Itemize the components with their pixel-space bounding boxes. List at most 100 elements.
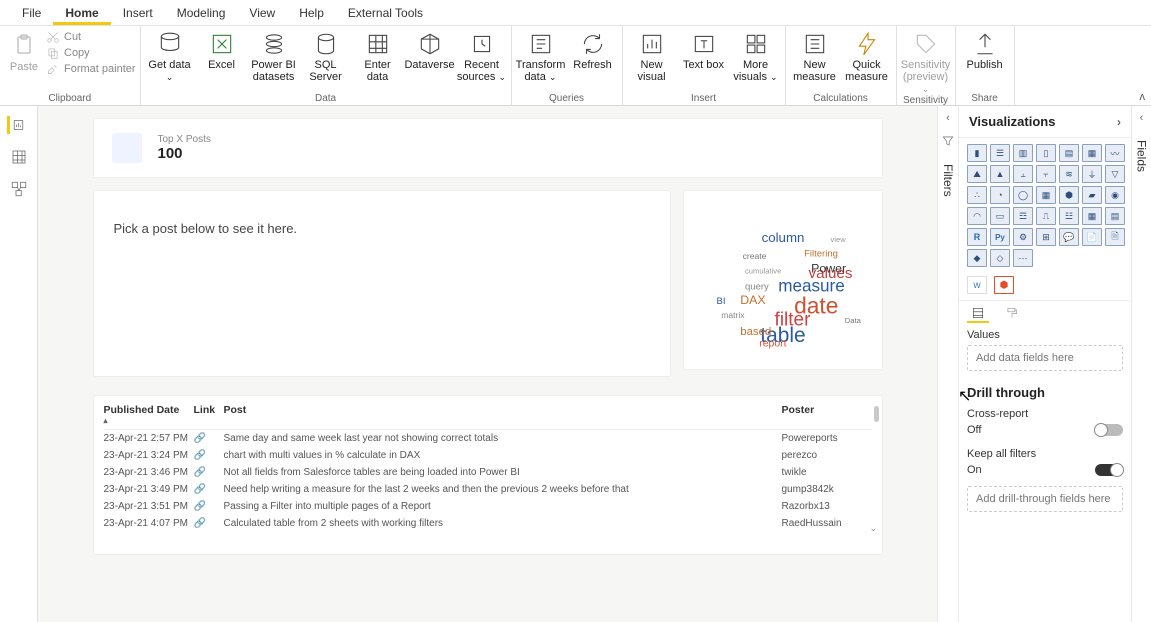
link-icon[interactable]: 🔗 bbox=[194, 450, 224, 461]
filters-pane-collapsed[interactable]: ‹ Filters bbox=[937, 106, 959, 622]
table-visual[interactable]: Published Date▴ Link Post Poster 23-Apr-… bbox=[93, 395, 883, 555]
refresh-button[interactable]: Refresh bbox=[568, 27, 618, 71]
viz-scatter[interactable]: ∴ bbox=[967, 186, 987, 204]
link-icon[interactable]: 🔗 bbox=[194, 467, 224, 478]
dataverse-button[interactable]: Dataverse bbox=[405, 27, 455, 71]
viz-filled-map[interactable]: ▰ bbox=[1082, 186, 1102, 204]
viz-map[interactable]: ⬢ bbox=[1059, 186, 1079, 204]
table-row[interactable]: 23-Apr-21 3:46 PM🔗Not all fields from Sa… bbox=[104, 464, 872, 481]
viz-kpi[interactable]: ⎍ bbox=[1036, 207, 1056, 225]
report-canvas[interactable]: Top X Posts 100 Pick a post below to see… bbox=[38, 106, 937, 622]
table-row[interactable]: 23-Apr-21 2:57 PM🔗Same day and same week… bbox=[104, 430, 872, 447]
menu-file[interactable]: File bbox=[10, 2, 53, 25]
viz-shape-map[interactable]: ◉ bbox=[1105, 186, 1125, 204]
viz-decomp[interactable]: ⊞ bbox=[1036, 228, 1056, 246]
chevron-left-icon[interactable]: ‹ bbox=[1140, 112, 1144, 124]
fields-tab[interactable] bbox=[967, 305, 989, 323]
viz-area[interactable]: ⛰ bbox=[967, 165, 987, 183]
viz-py[interactable]: Py bbox=[990, 228, 1010, 246]
more-visuals-button[interactable]: More visuals ⌄ bbox=[731, 27, 781, 83]
viz-r[interactable]: R bbox=[967, 228, 987, 246]
viz-narrative[interactable]: 📄 bbox=[1082, 228, 1102, 246]
viz-matrix[interactable]: ▤ bbox=[1105, 207, 1125, 225]
collapse-ribbon-button[interactable]: ʌ bbox=[1140, 91, 1146, 103]
drillthrough-dropzone[interactable]: Add drill-through fields here bbox=[967, 486, 1123, 512]
col-link[interactable]: Link bbox=[194, 404, 224, 425]
menu-home[interactable]: Home bbox=[53, 2, 110, 25]
paste-button[interactable]: Paste bbox=[4, 27, 44, 73]
report-view-button[interactable] bbox=[7, 116, 25, 134]
menu-insert[interactable]: Insert bbox=[111, 2, 165, 25]
viz-qa[interactable]: 💬 bbox=[1059, 228, 1079, 246]
viz-line-col2[interactable]: ⫟ bbox=[1036, 165, 1056, 183]
table-row[interactable]: 23-Apr-21 4:07 PM🔗Calculated table from … bbox=[104, 515, 872, 532]
viz-line-col[interactable]: ⫠ bbox=[1013, 165, 1033, 183]
cross-report-toggle[interactable] bbox=[1095, 424, 1123, 436]
viz-arcgis[interactable]: ◆ bbox=[967, 249, 987, 267]
viz-ribbon[interactable]: ≋ bbox=[1059, 165, 1079, 183]
menu-external-tools[interactable]: External Tools bbox=[336, 2, 435, 25]
viz-paginated[interactable]: 🗎 bbox=[1105, 228, 1125, 246]
viz-key-infl[interactable]: ⚙ bbox=[1013, 228, 1033, 246]
menu-help[interactable]: Help bbox=[287, 2, 336, 25]
col-published-date[interactable]: Published Date bbox=[104, 404, 180, 416]
new-visual-button[interactable]: New visual bbox=[627, 27, 677, 83]
card-visual-top-posts[interactable]: Top X Posts 100 bbox=[93, 118, 883, 178]
viz-powerapps[interactable]: ◇ bbox=[990, 249, 1010, 267]
viz-pie[interactable]: ◔ bbox=[990, 186, 1010, 204]
viz-waterfall[interactable]: ⏚ bbox=[1082, 165, 1102, 183]
viz-clustered-bar[interactable]: ☰ bbox=[990, 144, 1010, 162]
link-icon[interactable]: 🔗 bbox=[194, 484, 224, 495]
sensitivity-button[interactable]: Sensitivity (preview) ⌄ bbox=[901, 27, 951, 95]
menu-view[interactable]: View bbox=[237, 2, 287, 25]
col-post[interactable]: Post bbox=[224, 404, 782, 425]
placeholder-visual[interactable]: Pick a post below to see it here. bbox=[93, 190, 671, 377]
format-tab[interactable] bbox=[1001, 305, 1023, 323]
table-row[interactable]: 23-Apr-21 3:24 PM🔗chart with multi value… bbox=[104, 447, 872, 464]
enter-data-button[interactable]: Enter data bbox=[353, 27, 403, 83]
pbi-datasets-button[interactable]: Power BI datasets bbox=[249, 27, 299, 83]
viz-line[interactable]: 〰 bbox=[1105, 144, 1125, 162]
viz-stacked-area[interactable]: ▲ bbox=[990, 165, 1010, 183]
viz-donut[interactable]: ◯ bbox=[1013, 186, 1033, 204]
chevron-left-icon[interactable]: ‹ bbox=[946, 112, 950, 124]
viz-stacked-col[interactable]: ▥ bbox=[1013, 144, 1033, 162]
model-view-button[interactable] bbox=[10, 180, 28, 198]
col-poster[interactable]: Poster bbox=[782, 404, 872, 425]
keep-filters-toggle[interactable] bbox=[1095, 464, 1123, 476]
viz-wordcloud-custom[interactable]: w bbox=[967, 276, 987, 294]
menu-modeling[interactable]: Modeling bbox=[165, 2, 238, 25]
values-dropzone[interactable]: Add data fields here bbox=[967, 345, 1123, 371]
publish-button[interactable]: Publish bbox=[960, 27, 1010, 71]
link-icon[interactable]: 🔗 bbox=[194, 501, 224, 512]
cut-button[interactable]: Cut bbox=[46, 30, 136, 44]
viz-100-col[interactable]: ▦ bbox=[1082, 144, 1102, 162]
excel-button[interactable]: Excel bbox=[197, 27, 247, 71]
viz-get-more[interactable]: ⋯ bbox=[1013, 249, 1033, 267]
viz-treemap[interactable]: ▦ bbox=[1036, 186, 1056, 204]
scrollbar-thumb[interactable] bbox=[874, 406, 879, 422]
viz-gauge[interactable]: ◠ bbox=[967, 207, 987, 225]
viz-100-bar[interactable]: ▤ bbox=[1059, 144, 1079, 162]
link-icon[interactable]: 🔗 bbox=[194, 518, 224, 529]
fields-pane-collapsed[interactable]: ‹ Fields bbox=[1131, 106, 1151, 622]
viz-card[interactable]: ▭ bbox=[990, 207, 1010, 225]
text-box-button[interactable]: Text box bbox=[679, 27, 729, 71]
table-row[interactable]: 23-Apr-21 3:51 PM🔗Passing a Filter into … bbox=[104, 498, 872, 515]
table-row[interactable]: 23-Apr-21 3:49 PM🔗Need help writing a me… bbox=[104, 481, 872, 498]
viz-funnel[interactable]: ▽ bbox=[1105, 165, 1125, 183]
quick-measure-button[interactable]: Quick measure bbox=[842, 27, 892, 83]
data-view-button[interactable] bbox=[10, 148, 28, 166]
viz-slicer[interactable]: ☳ bbox=[1059, 207, 1079, 225]
scroll-down-icon[interactable]: ⌄ bbox=[870, 523, 879, 532]
format-painter-button[interactable]: Format painter bbox=[46, 62, 136, 76]
viz-stacked-bar[interactable]: ▮ bbox=[967, 144, 987, 162]
copy-button[interactable]: Copy bbox=[46, 46, 136, 60]
viz-html-custom[interactable]: ⬢ bbox=[994, 276, 1014, 294]
viz-table[interactable]: ▦ bbox=[1082, 207, 1102, 225]
transform-data-button[interactable]: Transform data ⌄ bbox=[516, 27, 566, 83]
viz-multirow[interactable]: ☲ bbox=[1013, 207, 1033, 225]
chevron-right-icon[interactable]: › bbox=[1117, 115, 1121, 129]
sql-server-button[interactable]: SQL Server bbox=[301, 27, 351, 83]
wordcloud-visual[interactable]: column Filtering create values Power mea… bbox=[683, 190, 883, 370]
